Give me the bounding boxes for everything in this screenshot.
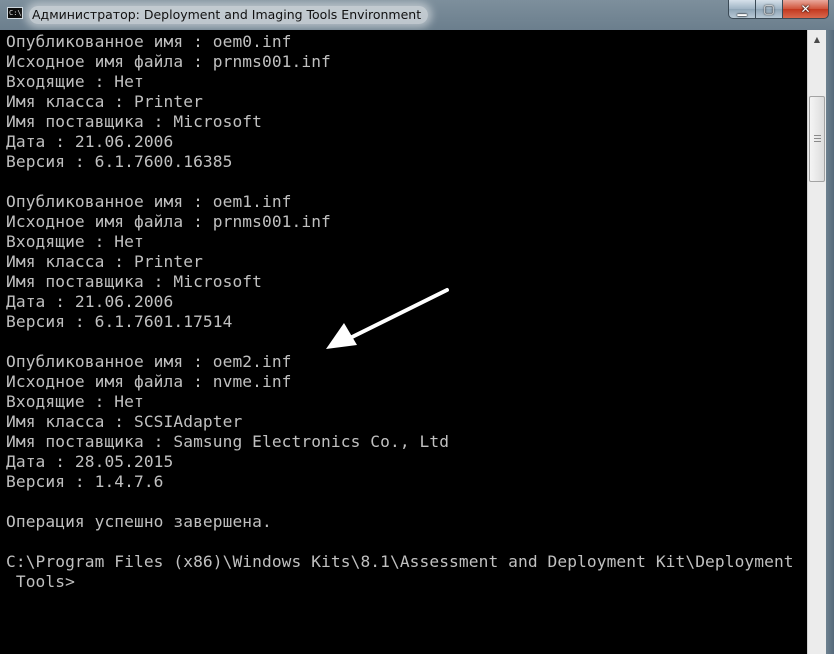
console-line: Входящие : Нет bbox=[6, 72, 144, 91]
minimize-button[interactable]: ▁ bbox=[728, 0, 756, 19]
console-line: Дата : 21.06.2006 bbox=[6, 292, 174, 311]
title-bar[interactable]: C:\ Администратор: Deployment and Imagin… bbox=[0, 0, 834, 30]
console-line: Tools> bbox=[6, 572, 75, 591]
console-line: Имя поставщика : Microsoft bbox=[6, 272, 262, 291]
console-line: Операция успешно завершена. bbox=[6, 512, 272, 531]
scroll-up-button[interactable]: ▲ bbox=[809, 31, 825, 48]
console-line: Входящие : Нет bbox=[6, 392, 144, 411]
console-line: Имя класса : Printer bbox=[6, 252, 203, 271]
window-title: Администратор: Deployment and Imaging To… bbox=[29, 6, 429, 24]
scrollbar-thumb[interactable] bbox=[809, 96, 825, 182]
console-text: Опубликованное имя : oem0.inf Исходное им… bbox=[6, 32, 794, 592]
console-line: Исходное имя файла : prnms001.inf bbox=[6, 52, 331, 71]
console-line: Опубликованное имя : oem2.inf bbox=[6, 352, 292, 371]
console-line: Имя поставщика : Samsung Electronics Co.… bbox=[6, 432, 450, 451]
console-icon[interactable]: C:\ bbox=[7, 7, 23, 19]
console-line: Дата : 28.05.2015 bbox=[6, 452, 174, 471]
console-line: Опубликованное имя : oem1.inf bbox=[6, 192, 292, 211]
close-icon: ✕ bbox=[800, 2, 811, 16]
console-line: Имя поставщика : Microsoft bbox=[6, 112, 262, 131]
close-button[interactable]: ✕ bbox=[783, 0, 829, 19]
console-line: Исходное имя файла : prnms001.inf bbox=[6, 212, 331, 231]
window-controls: ▁ ▢ ✕ bbox=[728, 0, 829, 20]
console-window: C:\ Администратор: Deployment and Imagin… bbox=[0, 0, 834, 654]
console-line: Версия : 6.1.7600.16385 bbox=[6, 152, 233, 171]
grip-line bbox=[814, 135, 821, 136]
console-line: Входящие : Нет bbox=[6, 232, 144, 251]
vertical-scrollbar[interactable]: ▲ bbox=[807, 30, 826, 654]
grip-line bbox=[814, 138, 821, 139]
window-frame-right bbox=[826, 30, 834, 654]
console-line: Опубликованное имя : oem0.inf bbox=[6, 32, 292, 51]
console-line: Версия : 6.1.7601.17514 bbox=[6, 312, 233, 331]
console-line: Имя класса : Printer bbox=[6, 92, 203, 111]
maximize-icon: ▢ bbox=[763, 2, 775, 16]
console-line: Имя класса : SCSIAdapter bbox=[6, 412, 243, 431]
minimize-icon: ▁ bbox=[737, 2, 747, 16]
maximize-button[interactable]: ▢ bbox=[756, 0, 783, 19]
console-line: C:\Program Files (x86)\Windows Kits\8.1\… bbox=[6, 552, 794, 571]
console-line: Версия : 1.4.7.6 bbox=[6, 472, 164, 491]
console-output[interactable]: Опубликованное имя : oem0.inf Исходное им… bbox=[0, 30, 807, 654]
grip-line bbox=[814, 141, 821, 142]
console-line: Дата : 21.06.2006 bbox=[6, 132, 174, 151]
chevron-up-icon: ▲ bbox=[813, 35, 821, 44]
console-line: Исходное имя файла : nvme.inf bbox=[6, 372, 292, 391]
